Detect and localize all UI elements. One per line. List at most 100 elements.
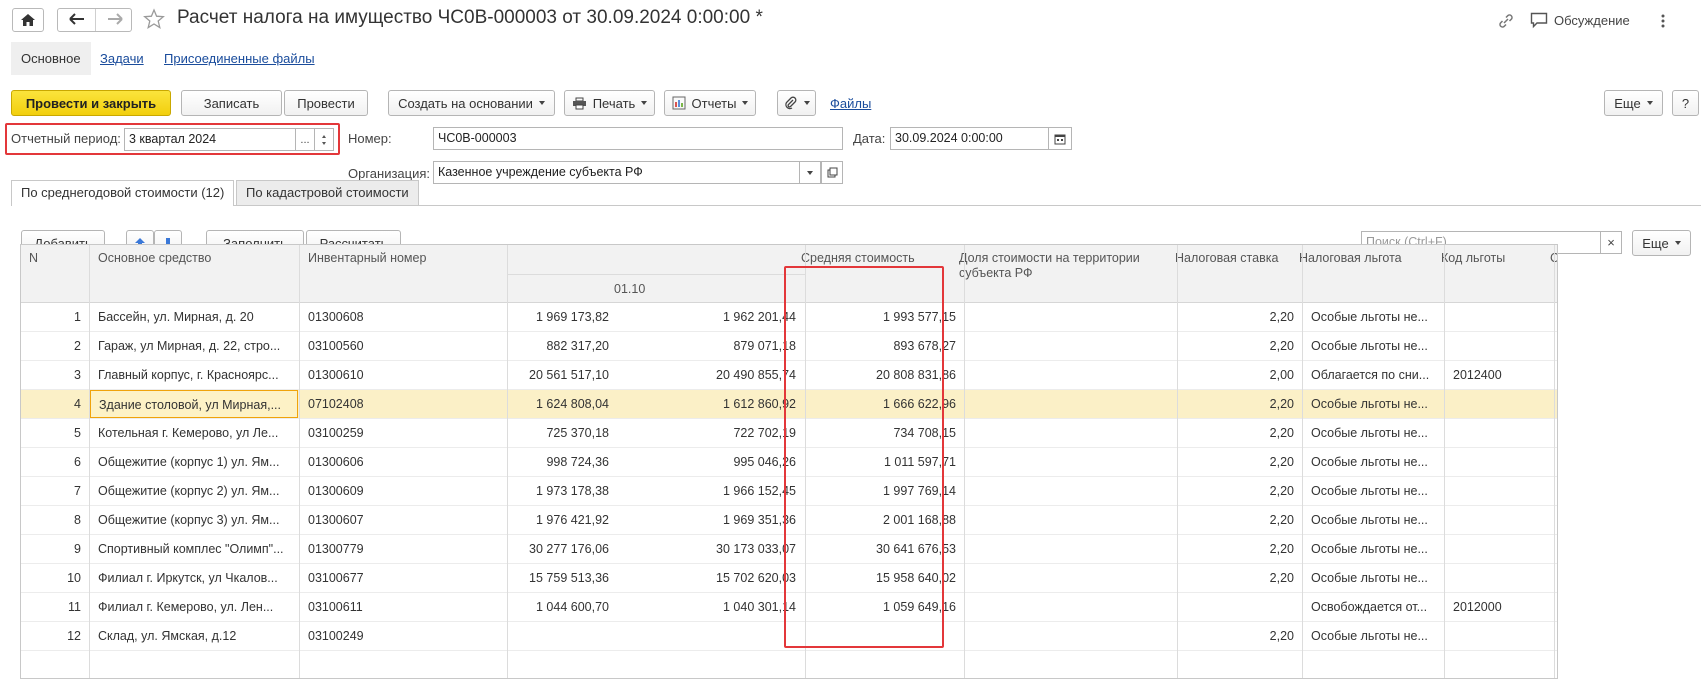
cell-benefit-code xyxy=(1445,622,1555,650)
cell-tax-rate: 2,20 xyxy=(1269,426,1294,440)
chevron-down-icon xyxy=(1674,241,1681,245)
paperclip-icon xyxy=(784,96,796,110)
cell-benefit-code xyxy=(1445,448,1555,476)
chevron-down-icon xyxy=(807,170,813,175)
header-inventory-number[interactable]: Инвентарный номер xyxy=(300,245,506,272)
arrow-right-icon xyxy=(107,13,123,25)
more-button[interactable]: Еще xyxy=(1604,90,1663,116)
print-button[interactable]: Печать xyxy=(564,90,655,116)
table-more-button[interactable]: Еще xyxy=(1632,230,1691,256)
cell-benefit-code xyxy=(1445,332,1555,360)
organization-field[interactable]: Казенное учреждение субъекта РФ xyxy=(433,161,800,184)
home-button[interactable] xyxy=(12,8,44,32)
tabs-baseline xyxy=(11,205,1701,206)
cell-value-0110: 20 490 855,74 xyxy=(716,368,796,382)
spin-down-icon xyxy=(322,141,326,145)
cell-value-1: 1 624 808,04 xyxy=(536,397,609,411)
reports-label: Отчеты xyxy=(691,95,737,111)
cell-tax-benefit: Особые льготы не... xyxy=(1311,310,1428,324)
cell-n: 9 xyxy=(74,542,81,556)
cell-value-0110: 15 702 620,03 xyxy=(716,571,796,585)
cell-tax-benefit: Особые льготы не... xyxy=(1311,629,1428,643)
discussion-link[interactable]: Обсуждение xyxy=(1554,13,1630,28)
cell-tax-rate: 2,00 xyxy=(1269,368,1294,382)
organization-dropdown-button[interactable] xyxy=(799,161,821,184)
spin-up-icon xyxy=(322,134,326,138)
section-tasks[interactable]: Задачи xyxy=(90,42,154,75)
header-benefit-code[interactable]: Код льготы xyxy=(1433,245,1543,272)
cell-tax-sum: 9 166 xyxy=(1555,390,1557,418)
tab-average-annual-value[interactable]: По среднегодовой стоимости (12) xyxy=(11,180,235,206)
cell-tax-benefit: Облагается по сни... xyxy=(1311,368,1430,382)
link-icon[interactable] xyxy=(1497,12,1515,30)
organization-label: Организация: xyxy=(348,166,431,181)
period-field[interactable]: 3 квартал 2024 xyxy=(124,128,296,151)
cell-asset: Главный корпус, г. Красноярс... xyxy=(98,368,279,382)
cell-benefit-code xyxy=(1445,506,1555,534)
cell-value-1: 20 561 517,10 xyxy=(529,368,609,382)
calendar-icon xyxy=(1054,134,1066,144)
number-field[interactable]: ЧС0В-000003 xyxy=(433,127,843,150)
cell-benefit-code xyxy=(1445,303,1555,331)
post-button[interactable]: Провести xyxy=(284,90,368,116)
chevron-down-icon xyxy=(538,101,545,105)
cell-value-1: 1 973 178,38 xyxy=(536,484,609,498)
reports-button[interactable]: Отчеты xyxy=(664,90,756,116)
cell-tax-rate xyxy=(1178,593,1302,621)
more-label: Еще xyxy=(1614,95,1641,111)
cell-n: 3 xyxy=(74,368,81,382)
cell-asset: Общежитие (корпус 1) ул. Ям... xyxy=(98,455,280,469)
star-icon[interactable] xyxy=(143,8,165,30)
cell-value-1: 15 759 513,36 xyxy=(529,571,609,585)
period-select-button[interactable]: ... xyxy=(295,128,315,151)
header-tax-benefit[interactable]: Налоговая льгота xyxy=(1291,245,1433,272)
create-based-on-button[interactable]: Создать на основании xyxy=(388,90,555,116)
tab-cadastral-value[interactable]: По кадастровой стоимости xyxy=(236,180,419,205)
cell-tax-rate: 2,20 xyxy=(1269,310,1294,324)
cell-asset: Склад, ул. Ямская, д.12 xyxy=(98,629,237,643)
cell-value-1: 882 317,20 xyxy=(546,339,609,353)
cell-tax-rate: 2,20 xyxy=(1269,513,1294,527)
discussion-icon[interactable] xyxy=(1530,12,1548,29)
section-attached-files[interactable]: Присоединенные файлы xyxy=(154,42,325,75)
calendar-button[interactable] xyxy=(1048,127,1072,150)
save-button[interactable]: Записать xyxy=(181,90,282,116)
cell-tax-benefit: Освобождается от... xyxy=(1311,600,1428,614)
cell-benefit-code xyxy=(1445,419,1555,447)
section-main[interactable]: Основное xyxy=(11,42,91,75)
back-button[interactable] xyxy=(58,9,95,31)
cell-value-0110: 995 046,26 xyxy=(733,455,796,469)
cell-n: 10 xyxy=(67,571,81,585)
post-and-close-button[interactable]: Провести и закрыть xyxy=(11,90,171,116)
header-share[interactable]: Доля стоимости на территории субъекта РФ xyxy=(951,245,1178,287)
cell-asset: Здание столовой, ул Мирная,... xyxy=(90,390,298,418)
search-clear-button[interactable]: × xyxy=(1600,231,1622,254)
attach-button[interactable] xyxy=(777,90,816,116)
cell-asset: Гараж, ул Мирная, д. 22, стро... xyxy=(98,339,281,353)
header-tax-sum[interactable]: Сумма налога к уплате xyxy=(1542,245,1557,272)
period-label: Отчетный период: xyxy=(11,131,121,146)
forward-button[interactable] xyxy=(96,9,133,31)
cell-asset: Общежитие (корпус 2) ул. Ям... xyxy=(98,484,280,498)
cell-tax-rate: 2,20 xyxy=(1269,339,1294,353)
cell-value-1: 30 277 176,06 xyxy=(529,542,609,556)
more-vertical-icon[interactable] xyxy=(1660,13,1666,29)
date-field[interactable]: 30.09.2024 0:00:00 xyxy=(890,127,1049,150)
navigation-buttons xyxy=(57,8,132,32)
period-spinner[interactable] xyxy=(314,128,334,151)
organization-open-button[interactable] xyxy=(821,161,843,184)
window-title: Расчет налога на имущество ЧС0В-000003 о… xyxy=(177,7,763,28)
report-icon xyxy=(672,96,686,110)
files-link[interactable]: Файлы xyxy=(830,96,871,111)
cell-benefit-code: 2012400 xyxy=(1453,368,1502,382)
help-button[interactable]: ? xyxy=(1672,90,1699,116)
header-n[interactable]: N xyxy=(21,245,89,272)
cell-tax-sum: 104 044 xyxy=(1555,361,1557,389)
cell-tax-sum: 5 564 xyxy=(1555,448,1557,476)
chevron-down-icon xyxy=(803,101,810,105)
header-asset[interactable]: Основное средство xyxy=(90,245,298,272)
header-date-0110[interactable]: 01.10 xyxy=(606,276,786,303)
header-tax-rate[interactable]: Налоговая ставка xyxy=(1167,245,1303,272)
create-based-on-label: Создать на основании xyxy=(398,95,533,111)
cell-asset: Филиал г. Кемерово, ул. Лен... xyxy=(98,600,274,614)
